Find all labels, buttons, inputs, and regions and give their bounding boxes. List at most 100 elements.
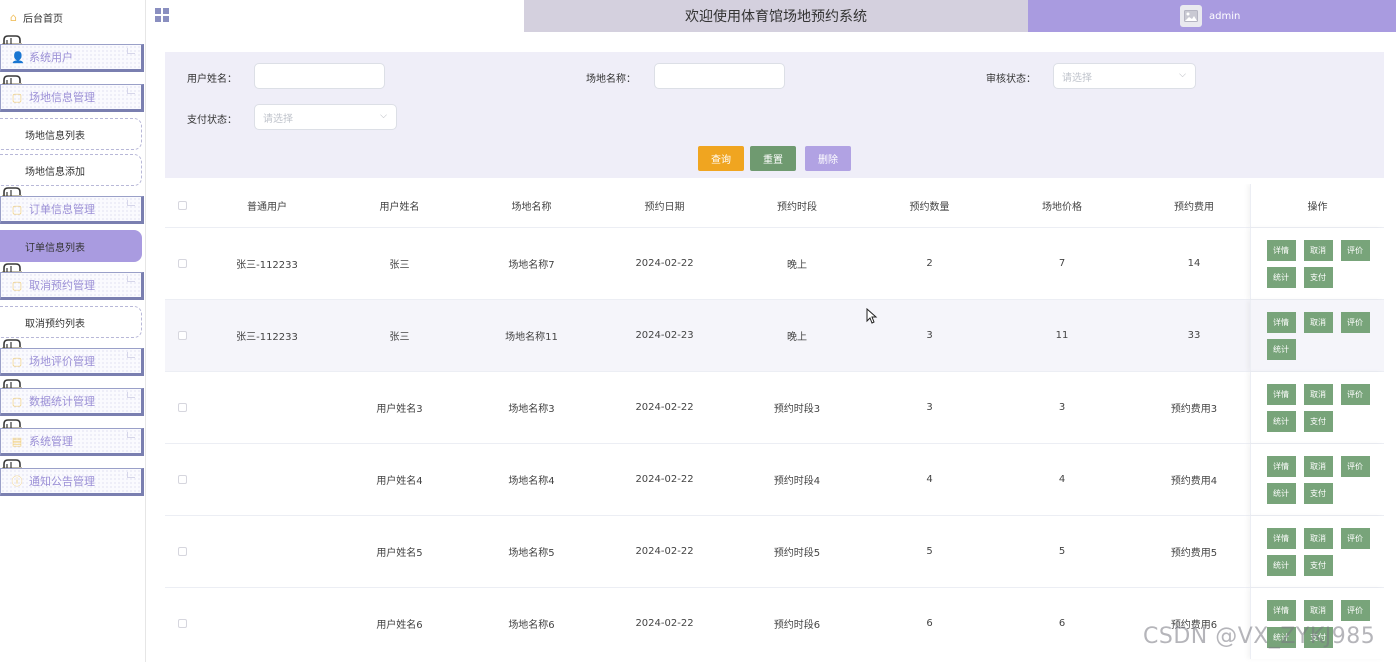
corner-fold-icon (127, 432, 135, 438)
row-checkbox[interactable] (178, 403, 187, 412)
pay-button[interactable]: 支付 (1303, 410, 1333, 432)
sidebar-menu-header[interactable]: ⓘ 通知公告管理 (0, 468, 144, 496)
menu-grid-icon[interactable] (155, 7, 169, 25)
sidebar-menu-header[interactable]: ▢ 数据统计管理 (0, 388, 144, 416)
cell-slot: 晚上 (787, 260, 807, 271)
row-checkbox-cell (165, 619, 200, 628)
sidebar-menu-header[interactable]: ▤ 系统管理 (0, 428, 144, 456)
cell-venue: 场地名称6 (508, 620, 555, 631)
cancel-button[interactable]: 取消 (1303, 311, 1333, 333)
detail-button[interactable]: 详情 (1266, 527, 1296, 549)
avatar[interactable] (1180, 5, 1202, 27)
cell-venue: 场地名称7 (508, 260, 555, 271)
review-button[interactable]: 评价 (1340, 455, 1370, 477)
review-button[interactable]: 评价 (1340, 383, 1370, 405)
review-status-select[interactable]: 请选择 ⌵ (1053, 63, 1196, 89)
sidebar-sub-item[interactable]: 取消预约列表 (0, 306, 142, 338)
sidebar-sub-item[interactable]: 订单信息列表 (0, 230, 142, 262)
chevron-down-icon: ⌵ (380, 111, 387, 121)
cell-fee: 14 (1187, 258, 1201, 269)
sidebar-menu-title: 场地信息管理 (29, 91, 95, 104)
review-button[interactable]: 评价 (1340, 599, 1370, 621)
cell-name: 用户姓名3 (376, 404, 423, 415)
stats-button[interactable]: 统计 (1266, 482, 1296, 504)
cell-date: 2024-02-22 (635, 402, 694, 413)
username: admin (1209, 10, 1241, 22)
row-checkbox[interactable] (178, 619, 187, 628)
sidebar-menu-header[interactable]: 👤 系统用户 (0, 44, 144, 72)
stats-button[interactable]: 统计 (1266, 338, 1296, 360)
stats-button[interactable]: 统计 (1266, 554, 1296, 576)
cell-venue: 场地名称3 (508, 404, 555, 415)
sidebar-menu-title: 取消预约管理 (29, 279, 95, 292)
row-checkbox[interactable] (178, 475, 187, 484)
sidebar-menu-header[interactable]: ▢ 取消预约管理 (0, 272, 144, 300)
header-name: 用户姓名 (379, 202, 420, 213)
sidebar-sub-item[interactable]: 场地信息列表 (0, 118, 142, 150)
venue-name-input[interactable] (654, 63, 785, 89)
cell-price: 3 (1058, 402, 1066, 413)
header-price: 场地价格 (1042, 202, 1082, 213)
table-row: 用户姓名4 场地名称4 2024-02-22 预约时段4 4 4 预约费用4 详情 取消 评价 统计… (165, 443, 1384, 515)
review-button[interactable]: 评价 (1340, 311, 1370, 333)
pay-button[interactable]: 支付 (1303, 482, 1333, 504)
corner-fold-icon (127, 88, 135, 94)
user-name-input[interactable] (254, 63, 385, 89)
detail-button[interactable]: 详情 (1266, 599, 1296, 621)
detail-button[interactable]: 详情 (1266, 311, 1296, 333)
cell-venue: 场地名称5 (508, 548, 555, 559)
row-ops-cell: 详情 取消 评价统计 支付 (1250, 372, 1384, 443)
detail-button[interactable]: 详情 (1266, 455, 1296, 477)
review-button[interactable]: 评价 (1340, 239, 1370, 261)
row-checkbox[interactable] (178, 547, 187, 556)
cancel-button[interactable]: 取消 (1303, 455, 1333, 477)
row-checkbox-cell (165, 331, 200, 340)
sidebar-menu-header[interactable]: ▢ 场地信息管理 (0, 84, 144, 112)
cancel-button[interactable]: 取消 (1303, 239, 1333, 261)
detail-button[interactable]: 详情 (1266, 383, 1296, 405)
cell-name: 张三 (389, 260, 410, 271)
table-row: 张三-112233 张三 场地名称7 2024-02-22 晚上 2 7 14 详情 取消 评价 统计… (165, 227, 1384, 299)
cancel-button[interactable]: 取消 (1303, 599, 1333, 621)
detail-button[interactable]: 详情 (1266, 239, 1296, 261)
cell-date: 2024-02-22 (635, 618, 694, 629)
user-area[interactable]: admin (1028, 0, 1396, 32)
cell-qty: 2 (926, 258, 933, 269)
pay-button[interactable]: 支付 (1303, 266, 1333, 288)
chevron-down-icon: ⌵ (1179, 70, 1186, 80)
sidebar-menu-title: 系统用户 (29, 51, 73, 64)
sidebar-menu-group: ▢ 订单信息管理 (0, 187, 145, 226)
sidebar-sub-item[interactable]: 场地信息添加 (0, 154, 142, 186)
row-checkbox[interactable] (178, 331, 187, 340)
sidebar-menu-header[interactable]: ▢ 场地评价管理 (0, 348, 144, 376)
stats-button[interactable]: 统计 (1266, 410, 1296, 432)
corner-fold-icon (127, 276, 135, 282)
system-title: 欢迎使用体育馆场地预约系统 (524, 0, 1028, 32)
query-button[interactable]: 查询 (698, 146, 744, 171)
sidebar-menu-group: ⓘ 通知公告管理 (0, 459, 145, 498)
delete-button[interactable]: 删除 (805, 146, 851, 171)
cell-fee: 预约费用4 (1170, 476, 1218, 487)
document-icon: ▢ (11, 202, 23, 216)
review-status-placeholder: 请选择 (1062, 72, 1092, 84)
reset-button[interactable]: 重置 (750, 146, 796, 171)
table-header: 普通用户 用户姓名 场地名称 预约日期 预约时段 预约数量 场地价格 预约费用 … (165, 184, 1384, 227)
cell-qty: 5 (926, 546, 933, 557)
sidebar-menu-group: ▤ 系统管理 (0, 419, 145, 458)
corner-fold-icon (127, 352, 135, 358)
pay-status-select[interactable]: 请选择 ⌵ (254, 104, 397, 130)
corner-fold-icon (127, 48, 135, 54)
image-icon (1184, 10, 1198, 22)
venue-name-label: 场地名称： (586, 74, 636, 85)
sidebar-item-home[interactable]: ⌂ 后台首页 (0, 0, 145, 34)
sidebar-menu-header[interactable]: ▢ 订单信息管理 (0, 196, 144, 224)
cancel-button[interactable]: 取消 (1303, 527, 1333, 549)
review-button[interactable]: 评价 (1340, 527, 1370, 549)
cell-price: 7 (1058, 258, 1066, 269)
cancel-button[interactable]: 取消 (1303, 383, 1333, 405)
stats-button[interactable]: 统计 (1266, 266, 1296, 288)
select-all-checkbox[interactable] (178, 201, 187, 210)
row-checkbox[interactable] (178, 259, 187, 268)
cell-user: 张三-112233 (236, 260, 298, 271)
pay-button[interactable]: 支付 (1303, 554, 1333, 576)
